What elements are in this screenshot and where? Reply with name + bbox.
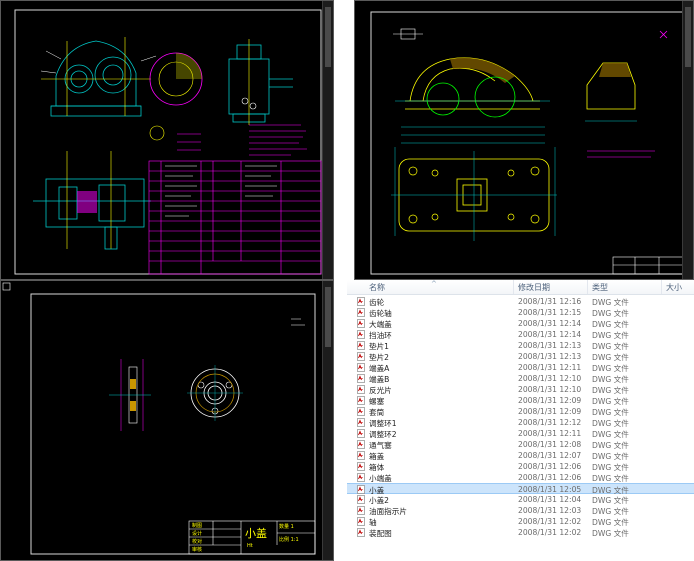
cad-viewport-small-cover[interactable]: 小盖 比例 1:1 数量 1 Ht 制图 设计 校对 审核 [0,280,334,561]
file-row[interactable]: 小盖2 2008/1/31 12:04 DWG 文件 [347,494,694,505]
cad-viewport-housing[interactable] [354,0,694,280]
file-date: 2008/1/31 12:09 [518,407,582,416]
file-date: 2008/1/31 12:15 [518,308,582,317]
title-block-row-check: 校对 [192,539,203,545]
sort-arrow-icon: ^ [431,280,437,288]
file-date: 2008/1/31 12:14 [518,319,582,328]
vertical-scrollbar[interactable] [322,1,333,279]
column-header-type[interactable]: 类型 [592,282,608,293]
file-date: 2008/1/31 12:10 [518,374,582,383]
file-row[interactable]: 端盖A 2008/1/31 12:11 DWG 文件 [347,362,694,373]
housing-drawing [370,11,686,275]
file-date: 2008/1/31 12:06 [518,462,582,471]
file-date: 2008/1/31 12:02 [518,528,582,537]
dwg-file-icon [357,451,365,460]
title-block-row-review: 审核 [192,547,203,553]
dwg-file-icon [357,418,365,427]
file-date: 2008/1/31 12:13 [518,352,582,361]
file-date: 2008/1/31 12:16 [518,297,582,306]
file-row[interactable]: 齿轮轴 2008/1/31 12:15 DWG 文件 [347,307,694,318]
dwg-file-icon [357,308,365,317]
dwg-file-icon [357,319,365,328]
file-row[interactable]: 反光片 2008/1/31 12:10 DWG 文件 [347,384,694,395]
dwg-file-icon [357,473,365,482]
file-row[interactable]: 装配图 2008/1/31 12:02 DWG 文件 [347,527,694,538]
file-row[interactable]: 大端盖 2008/1/31 12:14 DWG 文件 [347,318,694,329]
dwg-file-icon [357,429,365,438]
file-row[interactable]: 螺塞 2008/1/31 12:09 DWG 文件 [347,395,694,406]
dwg-file-icon [357,407,365,416]
file-row[interactable]: 调整环1 2008/1/31 12:12 DWG 文件 [347,417,694,428]
dwg-file-icon [357,495,365,504]
column-header-name[interactable]: 名称 [369,282,385,293]
title-block-scale: 比例 1:1 [279,537,299,543]
dwg-file-icon [357,385,365,394]
file-date: 2008/1/31 12:14 [518,330,582,339]
title-block-part-name: 小盖 [245,527,267,540]
small-cover-drawing [2,282,316,555]
file-date: 2008/1/31 12:02 [518,517,582,526]
file-type: DWG 文件 [592,529,629,538]
file-row[interactable]: 油面指示片 2008/1/31 12:03 DWG 文件 [347,505,694,516]
file-row[interactable]: 调整环2 2008/1/31 12:11 DWG 文件 [347,428,694,439]
file-row[interactable]: 轴 2008/1/31 12:02 DWG 文件 [347,516,694,527]
title-block-row-draw: 制图 [192,523,203,529]
scrollbar-thumb[interactable] [325,287,331,347]
file-name: 装配图 [369,529,392,538]
column-header-size[interactable]: 大小 [666,282,682,293]
file-date: 2008/1/31 12:11 [518,429,582,438]
file-date: 2008/1/31 12:10 [518,385,582,394]
file-row[interactable]: 垫片1 2008/1/31 12:13 DWG 文件 [347,340,694,351]
title-block-quantity: 数量 1 [279,524,294,530]
dwg-file-icon [357,440,365,449]
file-row[interactable]: 端盖B 2008/1/31 12:10 DWG 文件 [347,373,694,384]
file-row[interactable]: 套筒 2008/1/31 12:09 DWG 文件 [347,406,694,417]
dwg-file-icon [357,330,365,339]
file-row[interactable]: 齿轮 2008/1/31 12:16 DWG 文件 [347,296,694,307]
column-header-date[interactable]: 修改日期 [518,282,550,293]
vertical-scrollbar[interactable] [322,281,333,560]
column-header-bar: 名称 ^ 修改日期 类型 大小 [347,280,694,295]
dwg-file-icon [357,506,365,515]
file-date: 2008/1/31 12:06 [518,473,582,482]
dwg-file-icon [357,374,365,383]
file-date: 2008/1/31 12:13 [518,341,582,350]
dwg-file-icon [357,363,365,372]
file-explorer: 名称 ^ 修改日期 类型 大小 齿轮 2008/1/31 12:16 DWG 文件齿… [347,280,694,561]
scrollbar-thumb[interactable] [325,7,331,67]
file-date: 2008/1/31 12:03 [518,506,582,515]
file-row[interactable]: 箱盖 2008/1/31 12:07 DWG 文件 [347,450,694,461]
dwg-file-icon [357,396,365,405]
vertical-scrollbar[interactable] [682,1,693,279]
dwg-file-icon [357,352,365,361]
file-date: 2008/1/31 12:08 [518,440,582,449]
file-date: 2008/1/31 12:07 [518,451,582,460]
file-row[interactable]: 小端盖 2008/1/31 12:06 DWG 文件 [347,472,694,483]
title-block-row-design: 设计 [192,531,203,537]
dwg-file-icon [357,341,365,350]
assembly-drawing [14,9,322,275]
dwg-file-icon [357,462,365,471]
dwg-file-icon [357,517,365,526]
file-date: 2008/1/31 12:11 [518,363,582,372]
file-date: 2008/1/31 12:12 [518,418,582,427]
file-date: 2008/1/31 12:09 [518,396,582,405]
file-row[interactable]: 通气塞 2008/1/31 12:08 DWG 文件 [347,439,694,450]
file-row[interactable]: 挡油环 2008/1/31 12:14 DWG 文件 [347,329,694,340]
dwg-file-icon [357,297,365,306]
file-row[interactable]: 垫片2 2008/1/31 12:13 DWG 文件 [347,351,694,362]
file-row[interactable]: 箱体 2008/1/31 12:06 DWG 文件 [347,461,694,472]
cad-viewport-assembly[interactable] [0,0,334,280]
dwg-file-icon [357,485,365,494]
file-date: 2008/1/31 12:04 [518,495,582,504]
file-row[interactable]: 小盖 2008/1/31 12:05 DWG 文件 [347,483,694,495]
scrollbar-thumb[interactable] [685,7,691,67]
dwg-file-icon [357,528,365,537]
file-date: 2008/1/31 12:05 [518,485,582,494]
title-block-material: Ht [247,543,253,549]
